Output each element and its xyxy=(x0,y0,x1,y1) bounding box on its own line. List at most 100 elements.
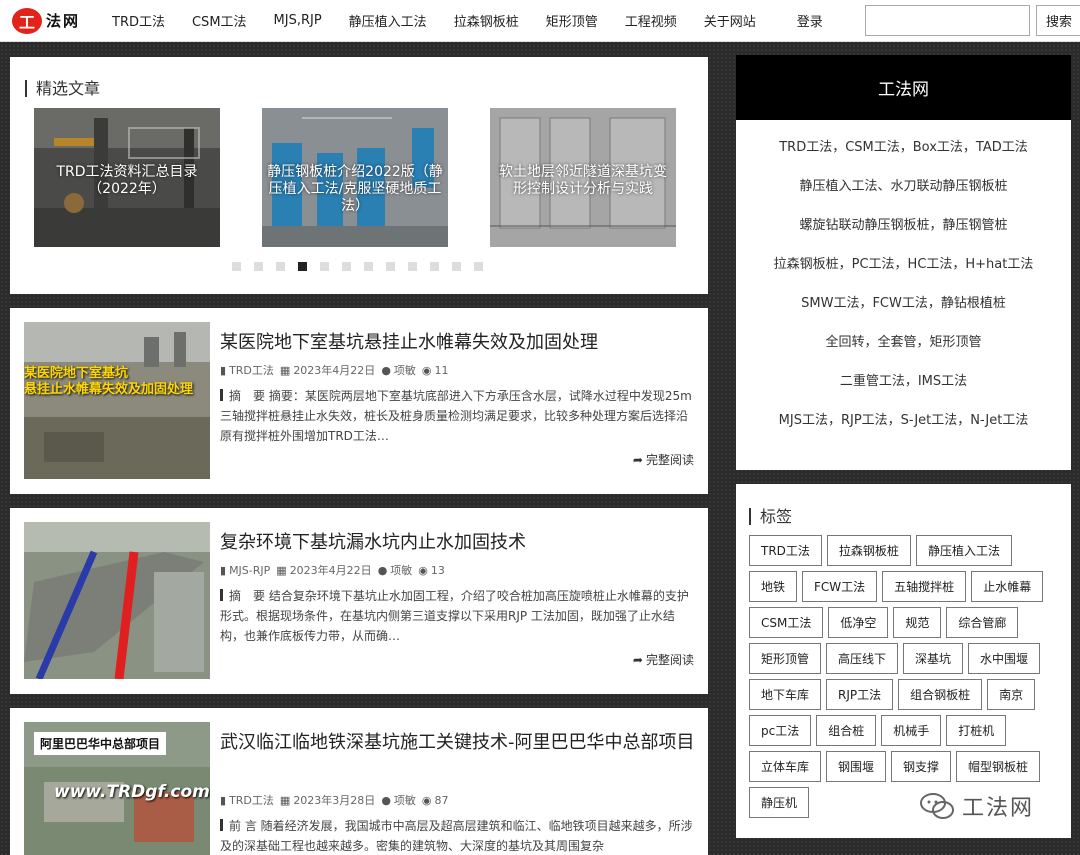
slider-dot-10[interactable] xyxy=(430,262,439,271)
slider-dot-3[interactable] xyxy=(276,262,285,271)
tag-item[interactable]: 南京 xyxy=(987,679,1036,710)
tag-item[interactable]: pc工法 xyxy=(749,715,812,746)
slider-dot-6[interactable] xyxy=(342,262,351,271)
tag-item[interactable]: 水中围堰 xyxy=(968,643,1041,674)
slider-dot-2[interactable] xyxy=(254,262,263,271)
slider-dot-8[interactable] xyxy=(386,262,395,271)
tag-item[interactable]: 静压机 xyxy=(749,787,810,818)
article-3-thumb-overlay-label: 阿里巴巴华中总部项目 xyxy=(34,732,167,755)
article-1-readmore[interactable]: ➦ 完整阅读 xyxy=(633,451,694,468)
slider-dot-5[interactable] xyxy=(320,262,329,271)
tag-item[interactable]: 立体车库 xyxy=(749,751,822,782)
tag-item[interactable]: 高压线下 xyxy=(826,643,899,674)
tag-item[interactable]: 规范 xyxy=(893,607,942,638)
tag-item[interactable]: 矩形顶管 xyxy=(749,643,822,674)
user-icon: ● xyxy=(381,793,391,807)
tag-item[interactable]: 打桩机 xyxy=(946,715,1007,746)
article-1-excerpt-text: 摘 要 摘要：某医院两层地下室基坑底部进入下方承压含水层，试降水过程中发现25m… xyxy=(220,389,692,443)
sidebar-link-3[interactable]: 螺旋钻联动静压钢板桩，静压钢管桩 xyxy=(736,214,1071,233)
site-logo[interactable]: 工 法网 xyxy=(12,7,90,34)
article-2-thumbnail[interactable] xyxy=(24,522,210,679)
tag-item[interactable]: 深基坑 xyxy=(903,643,964,674)
slider-dot-9[interactable] xyxy=(408,262,417,271)
nav-item-static-press[interactable]: 静压植入工法 xyxy=(349,11,427,30)
article-1-thumbnail[interactable]: 某医院地下室基坑 悬挂止水帷幕失效及加固处理 xyxy=(24,322,210,479)
search-button[interactable]: 搜索 xyxy=(1036,5,1080,36)
article-2-author[interactable]: 项敏 xyxy=(390,562,412,578)
article-2-readmore[interactable]: ➦ 完整阅读 xyxy=(633,651,694,668)
article-2-category[interactable]: MJS-RJP xyxy=(229,564,270,577)
article-1-author[interactable]: 项敏 xyxy=(394,362,416,378)
sidebar-link-8[interactable]: MJS工法，RJP工法，S-Jet工法，N-Jet工法 xyxy=(736,409,1071,428)
article-3-category[interactable]: TRD工法 xyxy=(229,792,274,808)
article-3-thumbnail[interactable]: 阿里巴巴华中总部项目 www.TRDgf.com xyxy=(24,722,210,855)
slider-dot-12[interactable] xyxy=(474,262,483,271)
tag-item[interactable]: 组合钢板桩 xyxy=(898,679,983,710)
article-3-title[interactable]: 武汉临江临地铁深基坑施工关键技术-阿里巴巴华中总部项目 xyxy=(220,728,698,758)
article-1-category[interactable]: TRD工法 xyxy=(229,362,274,378)
nav-item-trd[interactable]: TRD工法 xyxy=(112,11,165,30)
tags-title: 标签 xyxy=(749,508,792,525)
sidebar-link-5[interactable]: SMW工法，FCW工法，静钻根植桩 xyxy=(736,292,1071,311)
article-2-views: 13 xyxy=(430,563,445,577)
tag-item[interactable]: 钢支撑 xyxy=(891,751,952,782)
article-2-date: 2023年4月22日 xyxy=(289,564,372,577)
user-icon: ● xyxy=(381,363,391,377)
nav-item-csm[interactable]: CSM工法 xyxy=(192,11,247,30)
tag-item[interactable]: 五轴搅拌桩 xyxy=(882,571,967,602)
eye-icon: ◉ xyxy=(421,363,432,377)
article-1-image xyxy=(24,322,210,479)
bookmark-icon: ▮ xyxy=(220,563,227,577)
article-3-excerpt: 前 言 随着经济发展，我国城市中高层及超高层建筑和临江、临地铁项目越来越多，所涉… xyxy=(220,816,698,855)
sidebar-link-4[interactable]: 拉森钢板桩，PC工法，HC工法，H+hat工法 xyxy=(736,253,1071,272)
nav-item-about[interactable]: 关于网站 xyxy=(704,11,756,30)
tag-item[interactable]: 机械手 xyxy=(881,715,942,746)
sidebar-header: 工法网 xyxy=(736,55,1071,120)
sidebar-link-1[interactable]: TRD工法，CSM工法，Box工法，TAD工法 xyxy=(736,136,1071,155)
logo-text: 法网 xyxy=(46,12,81,30)
article-3-thumb-overlay-url: www.TRDgf.com xyxy=(54,782,210,802)
tag-item[interactable]: 静压植入工法 xyxy=(915,535,1012,566)
search-input[interactable] xyxy=(865,5,1030,36)
article-3-author[interactable]: 项敏 xyxy=(394,792,416,808)
tag-cloud: TRD工法 拉森钢板桩 静压植入工法地铁 FCW工法 五轴搅拌桩 止水帷幕 CSM工法 低净空… xyxy=(749,535,1061,823)
nav-item-rect-pipe-jacking[interactable]: 矩形顶管 xyxy=(546,11,598,30)
article-1-views: 11 xyxy=(434,363,449,377)
tag-item[interactable]: 钢围堰 xyxy=(826,751,887,782)
nav-item-mjs-rjp[interactable]: MJS,RJP xyxy=(274,13,322,28)
article-1-title[interactable]: 某医院地下室基坑悬挂止水帷幕失效及加固处理 xyxy=(220,328,698,358)
excerpt-bar xyxy=(220,819,223,831)
nav-item-videos[interactable]: 工程视频 xyxy=(625,11,677,30)
slider-dot-1[interactable] xyxy=(232,262,241,271)
article-2-excerpt: 摘 要 结合复杂环境下基坑止水加固工程，介绍了咬合桩加高压旋喷桩止水帷幕的支护形… xyxy=(220,586,698,646)
tag-item[interactable]: RJP工法 xyxy=(826,679,894,710)
tag-item[interactable]: 组合桩 xyxy=(816,715,877,746)
tag-item[interactable]: 综合管廊 xyxy=(946,607,1019,638)
slider-dot-7[interactable] xyxy=(364,262,373,271)
sidebar-link-6[interactable]: 全回转，全套管，矩形顶管 xyxy=(736,331,1071,350)
slider-dot-11[interactable] xyxy=(452,262,461,271)
featured-slide-2[interactable]: 静压钢板桩介绍2022版（静压植入工法/克服坚硬地质工法） xyxy=(262,108,448,247)
calendar-icon: ▦ xyxy=(276,563,287,577)
article-2-title[interactable]: 复杂环境下基坑漏水坑内止水加固技术 xyxy=(220,528,698,558)
sidebar-link-2[interactable]: 静压植入工法、水刀联动静压钢板桩 xyxy=(736,175,1071,194)
tag-item[interactable]: TRD工法 xyxy=(749,535,822,566)
tag-item[interactable]: CSM工法 xyxy=(749,607,824,638)
tag-item[interactable]: 帽型钢板桩 xyxy=(956,751,1041,782)
tag-item[interactable]: 地铁 xyxy=(749,571,798,602)
article-1-meta: ▮ TRD工法 ▦ 2023年4月22日 ● 项敏 ◉ 11 xyxy=(220,362,455,378)
user-icon: ● xyxy=(377,563,388,577)
eye-icon: ◉ xyxy=(418,563,428,577)
login-link[interactable]: 登录 xyxy=(797,11,823,30)
tag-item[interactable]: 低净空 xyxy=(828,607,889,638)
tag-item[interactable]: 止水帷幕 xyxy=(971,571,1044,602)
featured-slide-3[interactable]: 软土地层邻近隧道深基坑变形控制设计分析与实践 xyxy=(490,108,676,247)
sidebar-link-7[interactable]: 二重管工法，IMS工法 xyxy=(736,370,1071,389)
tag-item[interactable]: 拉森钢板桩 xyxy=(826,535,911,566)
wechat-watermark: 工法网 xyxy=(920,790,1034,822)
slider-dot-4-active[interactable] xyxy=(298,262,307,271)
tag-item[interactable]: FCW工法 xyxy=(802,571,878,602)
nav-item-larsen-sheet-pile[interactable]: 拉森钢板桩 xyxy=(454,11,519,30)
featured-slide-1[interactable]: TRD工法资料汇总目录（2022年） xyxy=(34,108,220,247)
tag-item[interactable]: 地下车库 xyxy=(749,679,822,710)
